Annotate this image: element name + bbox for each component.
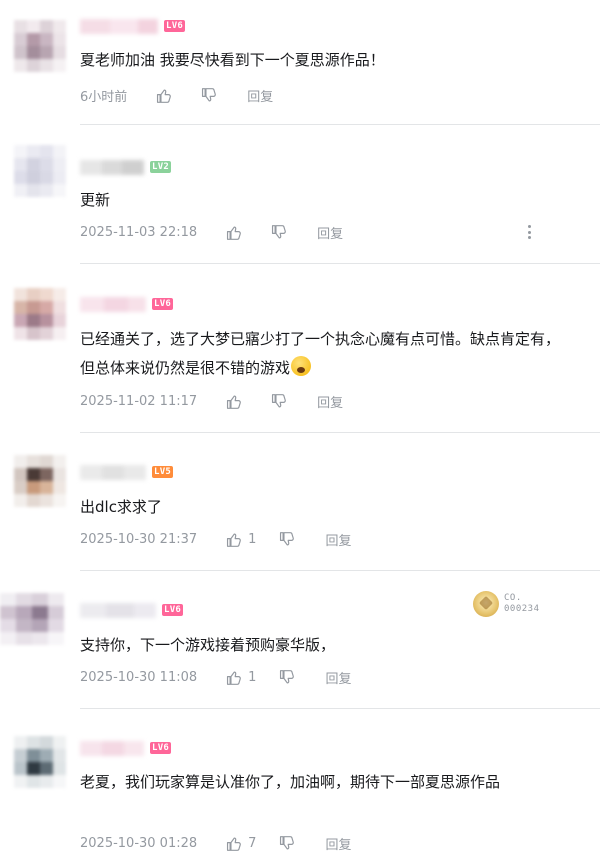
like-count: 7 (248, 835, 257, 851)
like-button[interactable]: 1 (225, 531, 256, 548)
avatar[interactable] (14, 455, 66, 507)
dislike-button[interactable] (278, 835, 295, 852)
fan-badge-line2: 000234 (504, 604, 540, 614)
like-count: 1 (248, 531, 257, 547)
username[interactable]: LV6 (80, 18, 186, 34)
username-blurred (80, 296, 146, 312)
medal-icon (473, 591, 499, 617)
divider (80, 263, 600, 264)
username[interactable]: LV6 (80, 602, 184, 618)
reply-button[interactable]: 回复 (325, 530, 351, 549)
thumb-down-icon (280, 669, 295, 684)
divider (80, 124, 600, 125)
thumb-up-icon (227, 836, 242, 851)
avatar[interactable] (14, 20, 66, 72)
comment-meta: 2025-10-30 21:37 1 回复 (80, 529, 351, 549)
timestamp: 2025-11-03 22:18 (80, 224, 198, 240)
like-button[interactable] (225, 393, 248, 410)
dislike-button[interactable] (270, 224, 287, 241)
username-blurred (80, 740, 144, 756)
fan-badge[interactable]: CO. 000234 (473, 591, 540, 617)
comment-meta: 2025-11-02 11:17 回复 (80, 391, 343, 411)
comment-meta: 2025-10-30 01:28 7 回复 (80, 833, 351, 853)
divider (80, 708, 600, 709)
more-options-icon[interactable] (528, 225, 532, 239)
comment-meta: 2025-10-30 11:08 1 回复 (80, 667, 351, 687)
comment-text: 支持你，下一个游戏接着预购豪华版， (80, 636, 336, 654)
comment-text: 夏老师加油 我要尽快看到下一个夏思源作品！ (80, 51, 385, 69)
thumb-up-icon (227, 225, 242, 240)
like-count: 1 (248, 669, 257, 685)
dislike-button[interactable] (270, 393, 287, 410)
timestamp: 2025-10-30 21:37 (80, 531, 198, 547)
divider (80, 432, 600, 433)
comment-text: 更新 (80, 191, 111, 209)
comment-meta: 2025-11-03 22:18 回复 (80, 222, 343, 242)
avatar[interactable] (14, 736, 66, 788)
reply-button[interactable]: 回复 (325, 668, 351, 687)
username[interactable]: LV6 (80, 296, 174, 312)
like-button[interactable]: 7 (225, 835, 256, 852)
username-blurred (80, 602, 156, 618)
divider (80, 570, 600, 571)
crying-face-emoji-icon (291, 356, 312, 376)
level-badge: LV6 (164, 20, 186, 32)
username-blurred (80, 18, 158, 34)
comment-text: 已经通关了，选了大梦已寤少打了一个执念心魔有点可惜。缺点肯定有，但总体来说仍然是… (80, 325, 560, 383)
thumb-up-icon (227, 532, 242, 547)
level-badge: LV6 (150, 742, 172, 754)
username-blurred (80, 464, 146, 480)
level-badge: LV2 (150, 161, 172, 173)
comment-text-content: 已经通关了，选了大梦已寤少打了一个执念心魔有点可惜。缺点肯定有，但总体来说仍然是… (80, 330, 561, 377)
level-badge: LV6 (152, 298, 174, 310)
level-badge: LV5 (152, 466, 174, 478)
thumb-up-icon (227, 394, 242, 409)
timestamp: 2025-10-30 11:08 (80, 669, 198, 685)
dislike-button[interactable] (278, 531, 295, 548)
fan-badge-line1: CO. (504, 593, 522, 603)
comment-text: 老夏，我们玩家算是认准你了，加油啊，期待下一部夏思源作品 (80, 773, 501, 791)
avatar[interactable] (14, 145, 66, 197)
timestamp: 2025-11-02 11:17 (80, 393, 198, 409)
avatar[interactable] (14, 288, 66, 340)
username-blurred (80, 159, 144, 175)
like-button[interactable] (225, 224, 248, 241)
thumb-up-icon (157, 88, 172, 103)
thumb-down-icon (272, 224, 287, 239)
reply-button[interactable]: 回复 (317, 392, 343, 411)
thumb-up-icon (227, 670, 242, 685)
timestamp: 2025-10-30 01:28 (80, 835, 198, 851)
fan-badge-text: CO. 000234 (504, 593, 540, 615)
dislike-button[interactable] (200, 87, 217, 104)
thumb-down-icon (272, 393, 287, 408)
comment-meta: 6小时前 回复 (80, 85, 273, 105)
reply-button[interactable]: 回复 (317, 223, 343, 242)
like-button[interactable]: 1 (225, 669, 256, 686)
like-button[interactable] (155, 87, 178, 104)
reply-button[interactable]: 回复 (325, 834, 351, 853)
level-badge: LV6 (162, 604, 184, 616)
reply-button[interactable]: 回复 (247, 86, 273, 105)
comment-text: 出dlc求求了 (80, 498, 162, 516)
timestamp: 6小时前 (80, 89, 128, 105)
username[interactable]: LV2 (80, 159, 172, 175)
username[interactable]: LV5 (80, 464, 174, 480)
avatar[interactable] (0, 593, 64, 645)
dislike-button[interactable] (278, 669, 295, 686)
thumb-down-icon (280, 835, 295, 850)
thumb-down-icon (202, 87, 217, 102)
thumb-down-icon (280, 531, 295, 546)
username[interactable]: LV6 (80, 740, 172, 756)
